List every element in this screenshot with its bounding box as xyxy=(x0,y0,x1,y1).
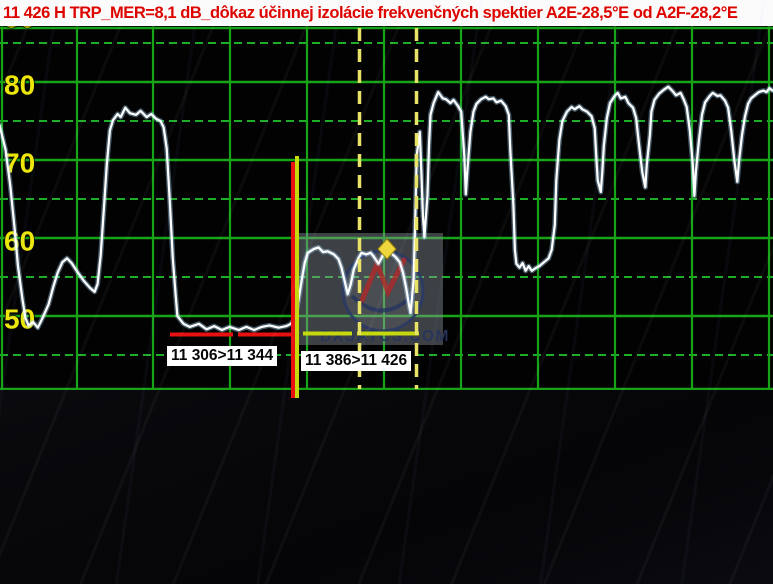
yellow-cursor-stub xyxy=(295,389,299,398)
svg-text:DXSATCS.COM: DXSATCS.COM xyxy=(320,328,450,345)
red-underline-right xyxy=(238,333,295,337)
y-tick-60: 60 xyxy=(4,226,35,257)
red-cursor-line xyxy=(291,162,295,390)
marker-range-label-right: 11 386>11 426 xyxy=(301,351,411,371)
title-text: 11 426 H TRP_MER=8,1 dB_dôkaz účinnej iz… xyxy=(0,4,737,23)
yellow-underline-left xyxy=(303,332,352,336)
satmeter-screen: DXSATCS.COM9080706050 11 426 H TRP_MER=8… xyxy=(0,0,773,584)
marker-range-label-left: 11 306>11 344 xyxy=(167,346,277,366)
title-bar: 11 426 H TRP_MER=8,1 dB_dôkaz účinnej iz… xyxy=(0,0,773,26)
yellow-cursor-line xyxy=(295,156,299,390)
spectrum-plot: DXSATCS.COM9080706050 xyxy=(0,0,773,390)
y-tick-50: 50 xyxy=(4,304,35,335)
readout-panel: ✔ Pwr 67.0 dBµV ! C/N 7.7 dB ! MER 8.1 d… xyxy=(0,390,773,584)
yellow-underline-right xyxy=(357,332,419,336)
red-underline-left xyxy=(170,333,233,337)
y-tick-80: 80 xyxy=(4,70,35,101)
